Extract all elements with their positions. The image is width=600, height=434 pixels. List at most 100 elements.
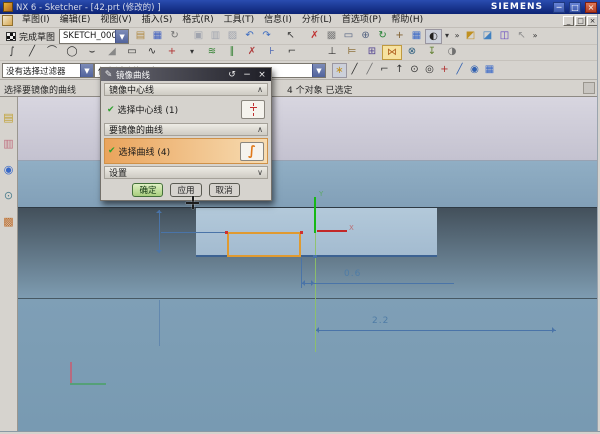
line-icon[interactable]: ╱: [22, 45, 42, 60]
refresh-icon[interactable]: ✗: [306, 29, 323, 44]
chevron-up-icon[interactable]: ∧: [257, 125, 263, 134]
animate-dimension-icon[interactable]: ◑: [442, 45, 462, 60]
dialog-close-icon[interactable]: ×: [256, 69, 268, 81]
menu-view[interactable]: 视图(V): [95, 14, 136, 27]
snap-view-side-icon[interactable]: ◫: [496, 29, 513, 44]
menu-preferences[interactable]: 首选项(P): [337, 14, 386, 27]
menu-information[interactable]: 信息(I): [259, 14, 297, 27]
section-mirror-centerline[interactable]: 镜像中心线 ∧: [104, 83, 268, 96]
filter-combo-arrow-icon[interactable]: ▼: [80, 64, 93, 77]
section-curves-to-mirror[interactable]: 要镜像的曲线 ∧: [104, 123, 268, 136]
web-browser-icon[interactable]: ◉: [1, 163, 16, 177]
roles-icon[interactable]: ▩: [1, 215, 16, 229]
sketch-name-icon[interactable]: ▤: [132, 29, 149, 44]
menu-analysis[interactable]: 分析(L): [297, 14, 337, 27]
point-on-face-icon[interactable]: ◉: [467, 63, 482, 78]
finish-sketch-button[interactable]: 完成草图: [2, 29, 59, 44]
chevron-down-icon[interactable]: ∨: [257, 168, 263, 177]
curve-tools-drop-arrow[interactable]: ▾: [182, 45, 202, 60]
dialog-reset-icon[interactable]: ↺: [226, 69, 238, 81]
redo-icon[interactable]: ↷: [258, 29, 275, 44]
chamfer-icon[interactable]: ◢: [102, 45, 122, 60]
snap-shaded-cube-icon[interactable]: ▦: [482, 63, 497, 78]
rotate-view-icon[interactable]: ↻: [374, 29, 391, 44]
chevron-up-icon[interactable]: ∧: [257, 85, 263, 94]
cancel-button[interactable]: 取消: [209, 183, 240, 197]
apply-button[interactable]: 应用: [170, 183, 201, 197]
paste-icon[interactable]: ▨: [224, 29, 241, 44]
quick-trim-icon[interactable]: ✗: [242, 45, 262, 60]
dialog-title-bar[interactable]: ✎ 镜像曲线 ↺ − ×: [101, 68, 271, 81]
mdi-minimize-button[interactable]: _: [563, 16, 574, 26]
show-constraints-icon[interactable]: ⊞: [362, 45, 382, 60]
project-curve-icon[interactable]: ↧: [422, 45, 442, 60]
combo-arrow-icon[interactable]: ▼: [115, 30, 128, 43]
make-corner-icon[interactable]: ⌐: [282, 45, 302, 60]
history-icon[interactable]: ⊙: [1, 189, 16, 203]
deselect-all-icon[interactable]: ↖: [513, 29, 530, 44]
quick-extend-icon[interactable]: ⊦: [262, 45, 282, 60]
selection-filter-combo[interactable]: 没有选择过滤器 ▼: [2, 63, 94, 78]
dialog-dock-icon[interactable]: [583, 82, 595, 94]
studio-spline-icon[interactable]: ∿: [142, 45, 162, 60]
dimension-value-small[interactable]: 0.6: [344, 269, 361, 279]
copy-icon[interactable]: ▥: [207, 29, 224, 44]
curve-select-button[interactable]: ∫: [240, 142, 264, 161]
selection-arrow-icon[interactable]: ↖: [282, 29, 299, 44]
dimension-value-large[interactable]: 2.2: [372, 316, 389, 326]
point-on-curve-icon[interactable]: ╱: [452, 63, 467, 78]
toolbar1-overflow-chevron-2[interactable]: »: [530, 29, 540, 44]
menu-sketch[interactable]: 草图(I): [17, 14, 55, 27]
fill-view-icon[interactable]: ▩: [323, 29, 340, 44]
end-point-icon[interactable]: ╱: [347, 63, 362, 78]
mirror-curve-icon[interactable]: ⋈: [382, 45, 402, 60]
pan-icon[interactable]: +: [391, 29, 408, 44]
select-centerline-row[interactable]: ✔ 选择中心线 (1): [104, 98, 268, 121]
close-button[interactable]: ×: [585, 2, 597, 13]
assembly-navigator-icon[interactable]: ▤: [1, 111, 16, 125]
dialog-minimize-icon[interactable]: −: [241, 69, 253, 81]
orient-view-drop-arrow[interactable]: ▾: [442, 29, 452, 44]
snap-view-front-icon[interactable]: ◪: [479, 29, 496, 44]
quadrant-point-icon[interactable]: ◎: [422, 63, 437, 78]
dimension-line-small[interactable]: [302, 283, 454, 284]
menu-help[interactable]: 帮助(H): [386, 14, 428, 27]
orient-view-dropdown-icon[interactable]: ◐: [425, 29, 442, 44]
snap-view-top-icon[interactable]: ◩: [462, 29, 479, 44]
menu-format[interactable]: 格式(R): [177, 14, 218, 27]
dimension-line-large[interactable]: [316, 330, 556, 331]
minimize-button[interactable]: ─: [553, 2, 565, 13]
fit-view-icon[interactable]: ▭: [340, 29, 357, 44]
sketch-x-axis[interactable]: [317, 230, 347, 232]
point-icon[interactable]: +: [162, 45, 182, 60]
enable-snap-point-icon[interactable]: ∗: [332, 63, 347, 78]
sketch-name-combo[interactable]: SKETCH_000 ▼: [59, 29, 129, 44]
undo-icon[interactable]: ↶: [241, 29, 258, 44]
mid-point-icon[interactable]: ╱: [362, 63, 377, 78]
mdi-restore-button[interactable]: □: [575, 16, 586, 26]
offset-curve-icon[interactable]: ≋: [202, 45, 222, 60]
intersection-icon[interactable]: ↑: [392, 63, 407, 78]
menu-tools[interactable]: 工具(T): [219, 14, 260, 27]
rectangle-icon[interactable]: ▭: [122, 45, 142, 60]
arc-center-icon[interactable]: ⊙: [407, 63, 422, 78]
select-curve-row[interactable]: ✔ 选择曲线 (4) ∫: [104, 138, 268, 164]
shaded-view-icon[interactable]: ▦: [408, 29, 425, 44]
arc-icon[interactable]: ⌒: [42, 45, 62, 60]
constraint-navigator-icon[interactable]: ▥: [1, 137, 16, 151]
menu-edit[interactable]: 编辑(E): [55, 14, 96, 27]
selected-rectangle-curve[interactable]: [227, 232, 301, 257]
constraints-icon[interactable]: ⊥: [322, 45, 342, 60]
fillet-icon[interactable]: ⌣: [82, 45, 102, 60]
circle-icon[interactable]: ◯: [62, 45, 82, 60]
save-icon[interactable]: ▣: [190, 29, 207, 44]
intersection-point-icon[interactable]: ⊗: [402, 45, 422, 60]
scope-combo-arrow-icon[interactable]: ▼: [312, 64, 325, 77]
menu-insert[interactable]: 插入(S): [137, 14, 178, 27]
control-point-icon[interactable]: ⌐: [377, 63, 392, 78]
centerline-select-button[interactable]: [241, 100, 265, 119]
auto-constrain-icon[interactable]: ⊨: [342, 45, 362, 60]
orient-view-to-sketch-icon[interactable]: ▦: [149, 29, 166, 44]
pattern-curve-icon[interactable]: ∥: [222, 45, 242, 60]
dimension-line-left-vertical[interactable]: [159, 210, 160, 253]
